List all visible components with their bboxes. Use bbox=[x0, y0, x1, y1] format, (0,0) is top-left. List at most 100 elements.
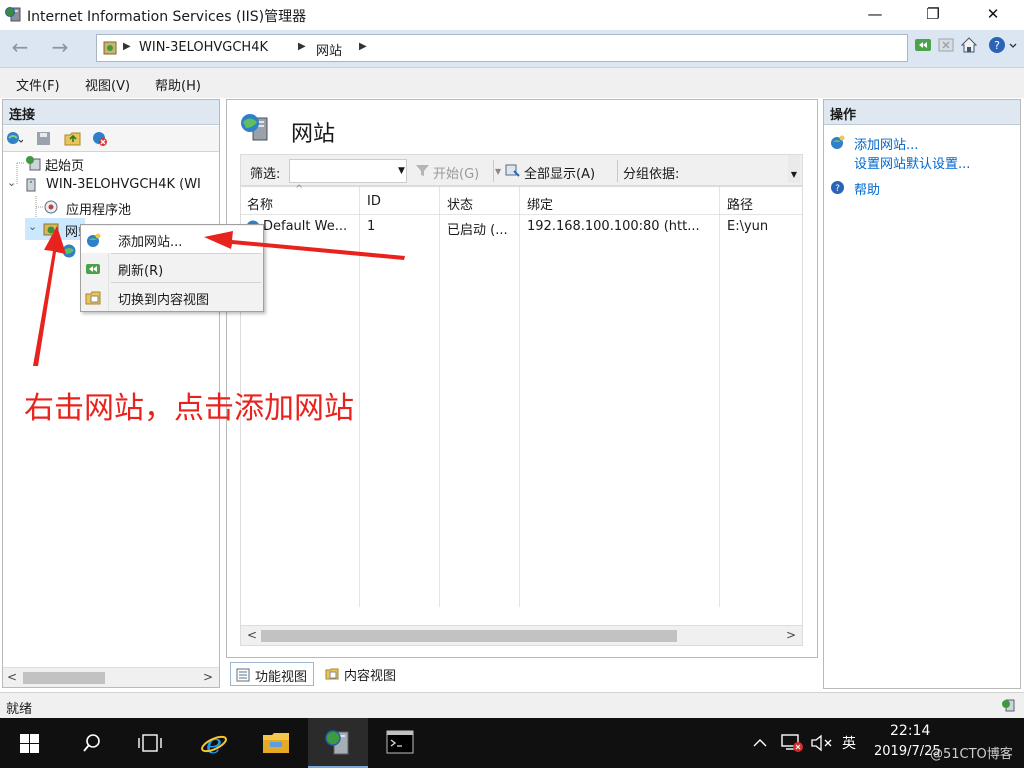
breadcrumb-arrow[interactable]: ▶ bbox=[359, 41, 367, 52]
chevron-down-icon[interactable]: ▼ bbox=[398, 166, 405, 176]
scroll-left-button[interactable]: < bbox=[247, 628, 257, 642]
group-by-label: 分组依据: bbox=[623, 167, 680, 182]
menu-divider bbox=[111, 253, 261, 254]
address-toolbar: ? bbox=[914, 34, 1020, 58]
action-add-site[interactable]: 添加网站... bbox=[824, 133, 1020, 153]
tab-features-view[interactable]: 功能视图 bbox=[230, 662, 315, 686]
help-icon[interactable]: ? bbox=[988, 36, 1006, 54]
tree-label: 起始页 bbox=[45, 159, 85, 174]
menu-help[interactable]: 帮助(H) bbox=[155, 75, 201, 94]
stop-icon[interactable] bbox=[937, 36, 955, 54]
server-icon bbox=[26, 178, 36, 192]
collapse-toggle[interactable]: ⌄ bbox=[7, 176, 16, 189]
action-site-defaults[interactable]: 设置网站默认设置... bbox=[824, 152, 1020, 172]
refresh-icon bbox=[86, 264, 100, 274]
scroll-right-button[interactable]: > bbox=[203, 670, 213, 684]
column-header-status[interactable]: 状态 bbox=[447, 194, 473, 213]
context-item-add-site[interactable]: 添加网站... bbox=[81, 226, 263, 253]
context-item-label: 添加网站... bbox=[118, 235, 183, 250]
column-header-name[interactable]: 名称 bbox=[247, 194, 273, 213]
tree-item-sites[interactable]: ⌄ 网站 bbox=[25, 218, 91, 240]
column-header-binding[interactable]: 绑定 bbox=[527, 194, 553, 213]
column-divider bbox=[519, 187, 520, 607]
connections-hscrollbar[interactable]: < > bbox=[3, 667, 219, 687]
filter-funnel-icon[interactable] bbox=[415, 163, 430, 178]
scroll-right-button[interactable]: > bbox=[786, 628, 796, 642]
filter-bar: 筛选: ▼ 开始(G) ▼ 全部显示(A) 分组依据: ▼ bbox=[240, 154, 803, 186]
scroll-thumb[interactable] bbox=[23, 672, 105, 684]
scroll-thumb[interactable] bbox=[261, 630, 677, 642]
taskbar-ie[interactable]: e bbox=[184, 718, 244, 768]
ime-indicator[interactable]: 英 bbox=[842, 733, 856, 753]
svg-text:?: ? bbox=[835, 184, 840, 194]
scroll-left-button[interactable]: < bbox=[7, 670, 17, 684]
task-view-button[interactable] bbox=[120, 718, 180, 768]
grid-hscrollbar[interactable]: < > bbox=[241, 625, 802, 645]
tab-label: 功能视图 bbox=[255, 670, 308, 685]
app-pool-icon bbox=[44, 200, 58, 214]
context-menu: 添加网站... 刷新(R) 切换到内容视图 bbox=[80, 224, 264, 312]
save-icon[interactable] bbox=[35, 130, 52, 147]
column-header-id[interactable]: ID bbox=[367, 194, 381, 209]
column-header-path[interactable]: 路径 bbox=[727, 194, 753, 213]
volume-muted-icon[interactable] bbox=[810, 733, 834, 753]
maximize-button[interactable]: ❐ bbox=[910, 0, 956, 30]
refresh-icon[interactable] bbox=[914, 36, 932, 54]
forward-button[interactable]: → bbox=[46, 35, 74, 63]
table-row[interactable]: Default We... 1 已启动 (... 192.168.100.100… bbox=[241, 215, 802, 239]
tree-item-app-pools[interactable]: 应用程序池 bbox=[43, 196, 203, 218]
menu-view[interactable]: 视图(V) bbox=[85, 75, 130, 94]
collapse-toggle[interactable]: ⌄ bbox=[28, 220, 37, 233]
chevron-up-icon[interactable] bbox=[752, 736, 768, 750]
tree-item-start-page[interactable]: 起始页 bbox=[23, 152, 183, 174]
action-help[interactable]: ? 帮助 bbox=[824, 178, 1020, 198]
back-button[interactable]: ← bbox=[6, 35, 34, 63]
start-filter-button[interactable]: 开始(G) bbox=[433, 163, 479, 182]
page-title: 网站 bbox=[291, 122, 336, 147]
status-text: 就绪 bbox=[6, 702, 33, 717]
svg-text:e: e bbox=[206, 729, 222, 757]
folder-up-icon[interactable] bbox=[64, 130, 81, 147]
context-item-content-view[interactable]: 切换到内容视图 bbox=[81, 284, 263, 311]
filterbar-scroll-button[interactable]: ▼ bbox=[788, 155, 800, 183]
sites-folder-icon bbox=[43, 223, 59, 236]
show-all-icon[interactable] bbox=[505, 163, 520, 178]
chevron-down-icon[interactable] bbox=[1008, 36, 1018, 54]
tree-item-server[interactable]: ⌄ WIN-3ELOHVGCH4K (WI bbox=[7, 174, 219, 196]
clock-time[interactable]: 22:14 bbox=[890, 723, 930, 739]
action-link[interactable]: 添加网站... bbox=[854, 134, 918, 153]
tree-label: 应用程序池 bbox=[66, 203, 132, 218]
content-view-icon bbox=[325, 668, 339, 680]
taskbar-iis-manager[interactable] bbox=[308, 718, 368, 768]
start-button[interactable] bbox=[0, 718, 60, 768]
home-icon[interactable] bbox=[960, 36, 978, 54]
title-bar: Internet Information Services (IIS)管理器 —… bbox=[0, 0, 1024, 30]
watermark: @51CTO博客 bbox=[930, 747, 1013, 762]
column-divider bbox=[359, 187, 360, 607]
filter-input[interactable]: ▼ bbox=[289, 159, 407, 183]
chevron-down-icon[interactable]: ▼ bbox=[495, 167, 501, 176]
action-link[interactable]: 帮助 bbox=[854, 179, 880, 198]
network-disconnected-icon[interactable] bbox=[780, 733, 804, 753]
filter-label: 筛选: bbox=[250, 167, 281, 182]
show-all-button[interactable]: 全部显示(A) bbox=[524, 163, 595, 182]
minimize-button[interactable]: — bbox=[852, 0, 898, 30]
disconnect-icon[interactable] bbox=[91, 130, 108, 147]
search-button[interactable] bbox=[60, 718, 120, 768]
tab-content-view[interactable]: 内容视图 bbox=[320, 662, 402, 686]
context-item-refresh[interactable]: 刷新(R) bbox=[81, 255, 263, 282]
breadcrumb-server[interactable]: WIN-3ELOHVGCH4K bbox=[139, 40, 268, 55]
iis-app-icon bbox=[5, 7, 21, 22]
connect-globe-icon[interactable] bbox=[6, 130, 23, 147]
svg-text:?: ? bbox=[994, 39, 1000, 52]
server-icon bbox=[103, 41, 117, 55]
menu-file[interactable]: 文件(F) bbox=[16, 75, 60, 94]
taskbar-file-explorer[interactable] bbox=[246, 718, 306, 768]
close-button[interactable]: ✕ bbox=[970, 0, 1016, 30]
annotation-text: 右击网站，点击添加网站 bbox=[24, 391, 354, 426]
address-bar[interactable]: ▶ WIN-3ELOHVGCH4K ▶ 网站 ▶ bbox=[96, 34, 908, 62]
taskbar-command-prompt[interactable] bbox=[370, 718, 430, 768]
context-item-label: 切换到内容视图 bbox=[118, 293, 210, 308]
action-link[interactable]: 设置网站默认设置... bbox=[854, 153, 970, 172]
breadcrumb-sites[interactable]: 网站 bbox=[316, 40, 342, 59]
